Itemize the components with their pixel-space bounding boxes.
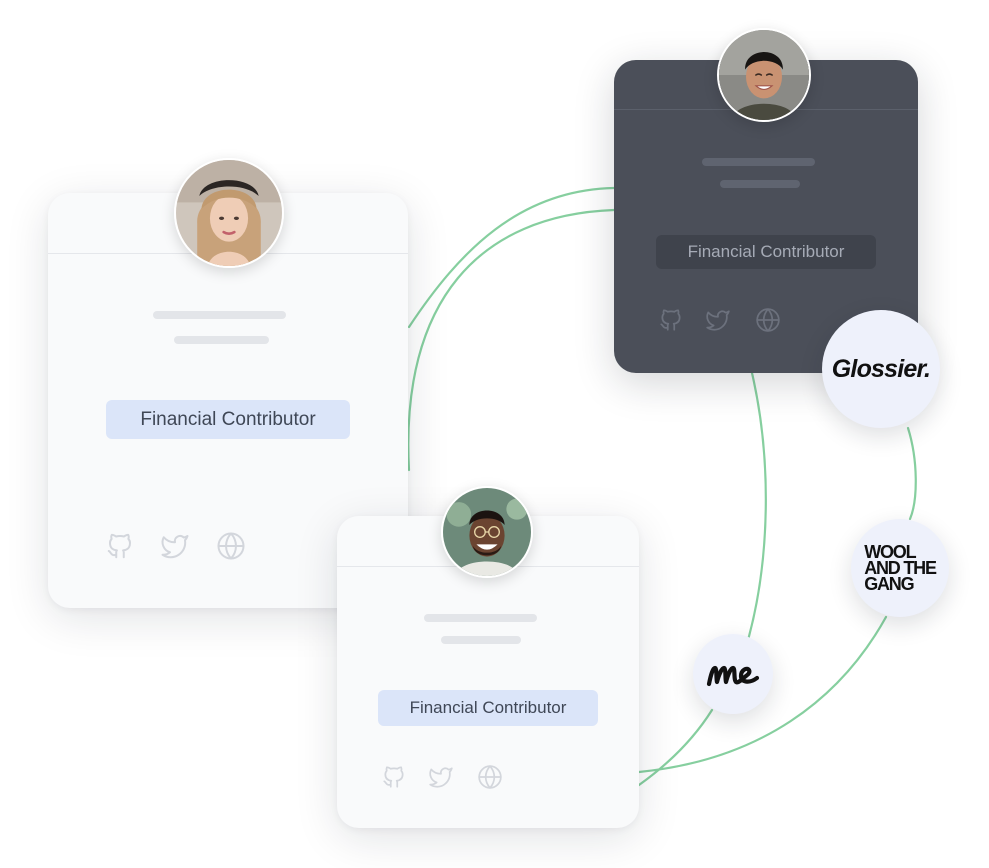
globe-icon[interactable] — [755, 307, 781, 333]
contributor-avatar-man-bottom — [441, 486, 533, 578]
financial-contributor-badge: Financial Contributor — [656, 235, 876, 269]
handle-placeholder-bar — [720, 180, 800, 188]
github-icon[interactable] — [105, 531, 135, 561]
glossier-wordmark: Glossier. — [831, 354, 931, 383]
sponsor-logo-glossier[interactable]: Glossier. — [822, 310, 940, 428]
contributor-avatar-woman — [174, 158, 284, 268]
github-icon[interactable] — [381, 764, 407, 790]
twitter-icon[interactable] — [160, 531, 190, 561]
sponsor-logo-wool-and-the-gang[interactable]: WOOL AND THE GANG — [851, 519, 949, 617]
handle-placeholder-bar — [441, 636, 521, 644]
handle-placeholder-bar — [174, 336, 269, 344]
name-placeholder-bar — [424, 614, 537, 622]
financial-contributor-badge: Financial Contributor — [378, 690, 598, 726]
twitter-icon[interactable] — [705, 307, 731, 333]
sponsor-logo-me[interactable] — [693, 634, 773, 714]
wool-and-the-gang-wordmark: WOOL AND THE GANG — [864, 542, 937, 594]
financial-contributor-badge: Financial Contributor — [106, 400, 350, 439]
name-placeholder-bar — [153, 311, 286, 319]
twitter-icon[interactable] — [428, 764, 454, 790]
github-icon[interactable] — [658, 307, 684, 333]
contributor-avatar-man-top — [717, 28, 811, 122]
globe-icon[interactable] — [216, 531, 246, 561]
me-script-icon — [706, 665, 760, 687]
globe-icon[interactable] — [477, 764, 503, 790]
name-placeholder-bar — [702, 158, 815, 166]
